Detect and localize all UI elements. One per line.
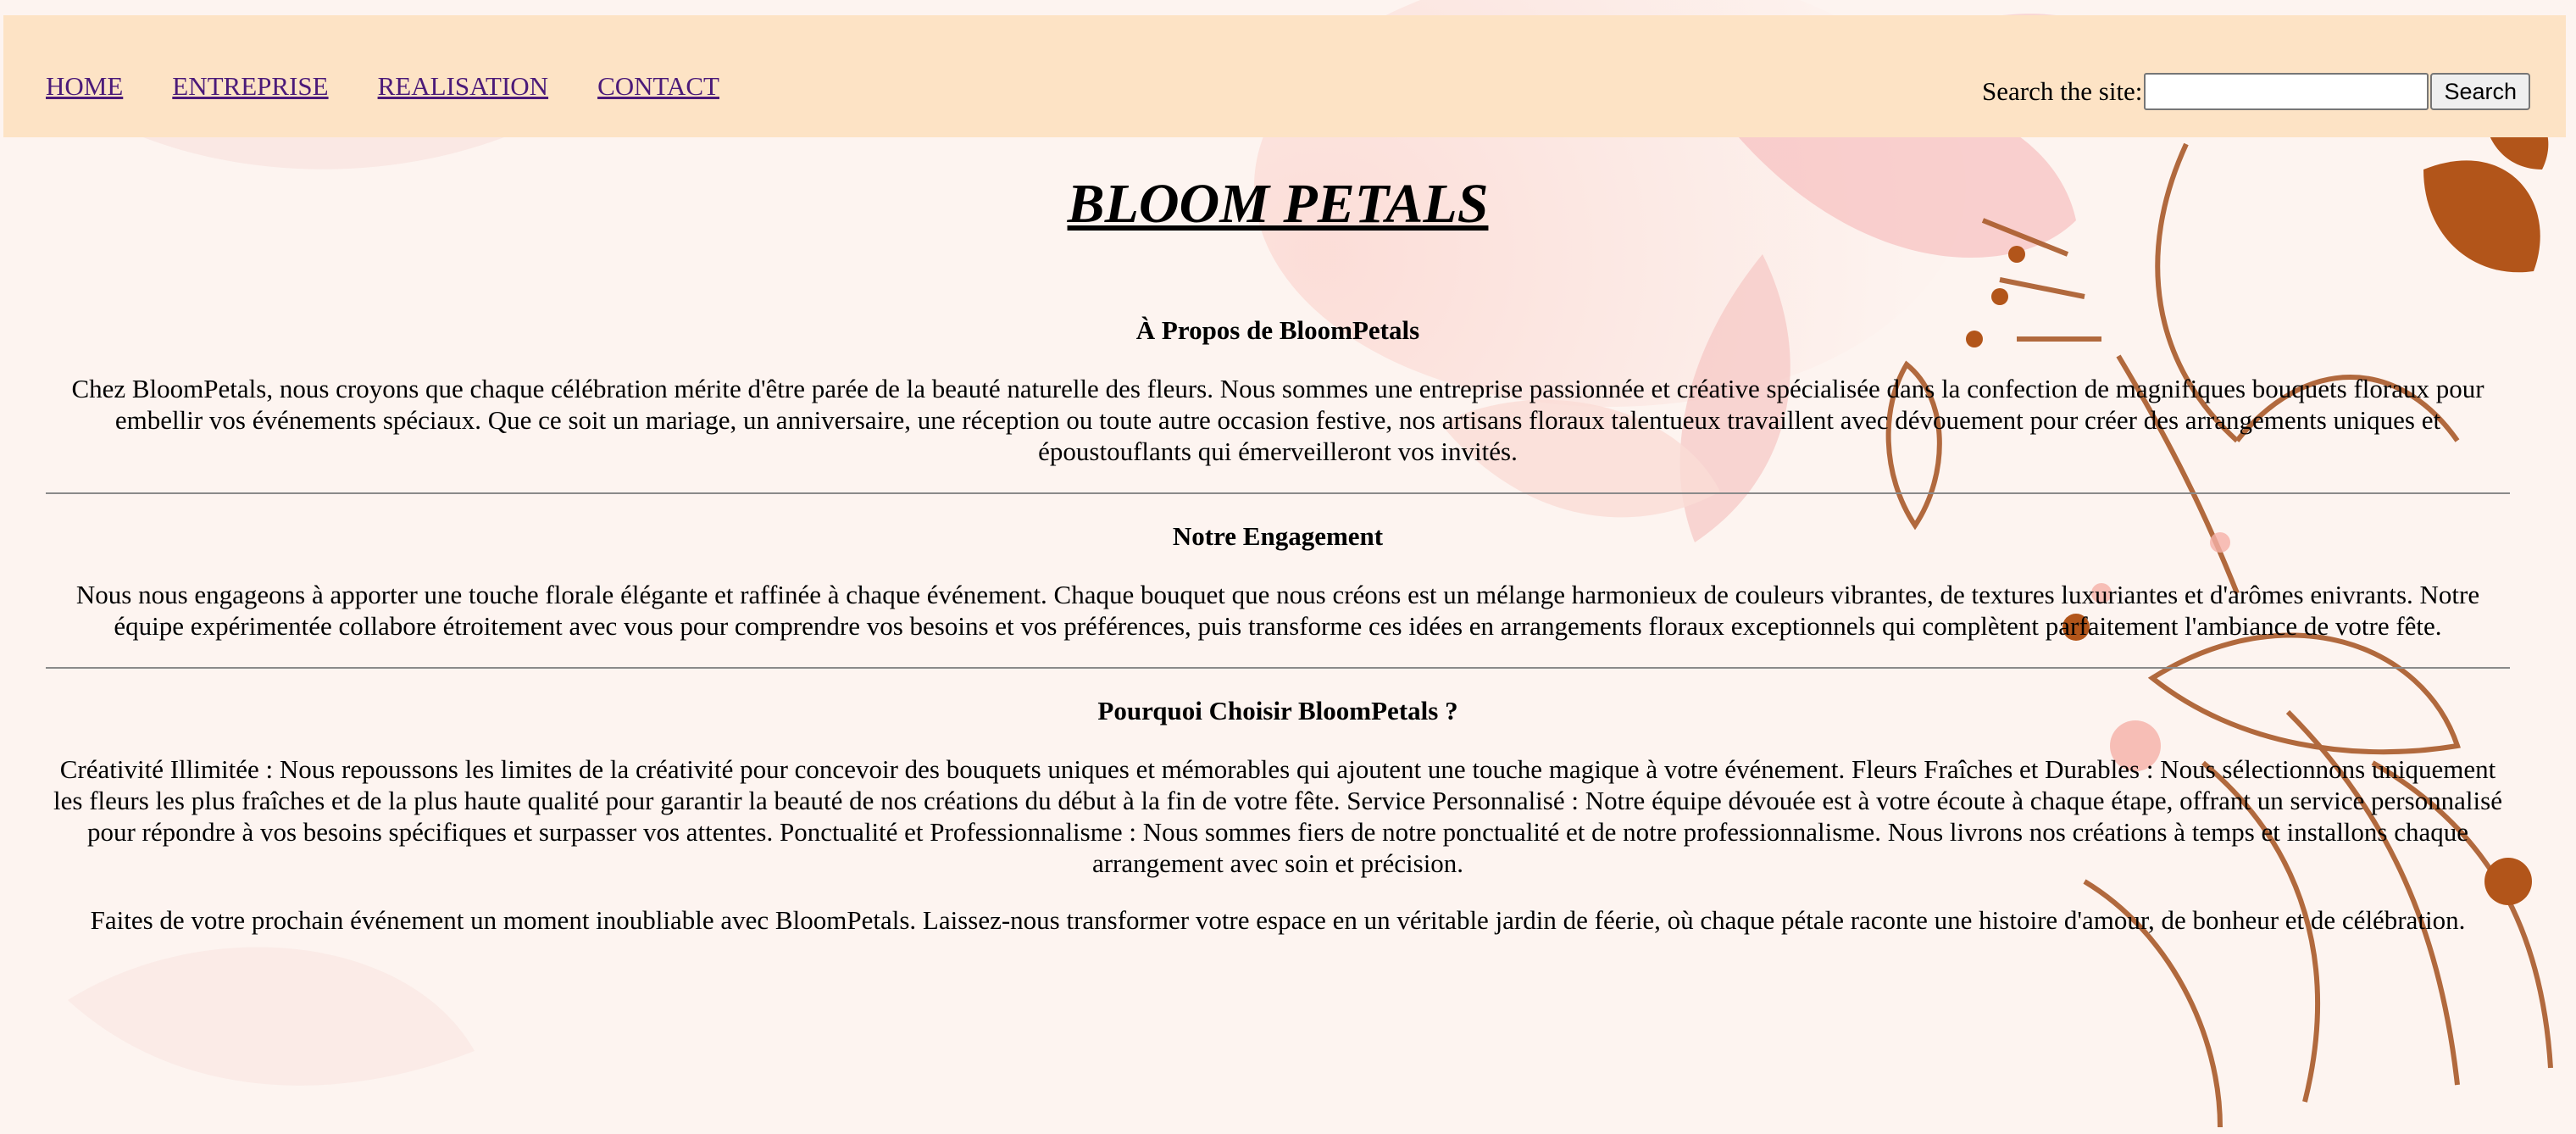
- search-button[interactable]: Search: [2430, 73, 2530, 110]
- site-search: Search the site: Search: [1982, 73, 2530, 110]
- main-content: BLOOM PETALS À Propos de BloomPetals Che…: [46, 170, 2510, 936]
- section-heading-engagement: Notre Engagement: [1172, 521, 1384, 551]
- section-heading-why: Pourquoi Choisir BloomPetals ?: [1097, 696, 1458, 725]
- section-heading-about: À Propos de BloomPetals: [1135, 315, 1420, 345]
- top-navigation-bar: HOME ENTREPRISE REALISATION CONTACT Sear…: [3, 15, 2566, 137]
- nav-link-home[interactable]: HOME: [46, 71, 123, 102]
- search-label: Search the site:: [1982, 76, 2143, 106]
- section-text-engagement: Nous nous engageons à apporter une touch…: [75, 580, 2480, 641]
- nav-link-entreprise[interactable]: ENTREPRISE: [172, 71, 328, 102]
- nav-link-contact[interactable]: CONTACT: [597, 71, 719, 102]
- site-title: BLOOM PETALS: [1067, 173, 1489, 235]
- search-input[interactable]: [2144, 73, 2429, 110]
- section-text-why: Créativité Illimitée : Nous repoussons l…: [53, 754, 2502, 878]
- nav-link-realisation[interactable]: REALISATION: [378, 71, 549, 102]
- closing-text: Faites de votre prochain événement un mo…: [90, 905, 2466, 935]
- main-nav: HOME ENTREPRISE REALISATION CONTACT: [46, 71, 719, 102]
- section-text-about: Chez BloomPetals, nous croyons que chaqu…: [71, 374, 2484, 466]
